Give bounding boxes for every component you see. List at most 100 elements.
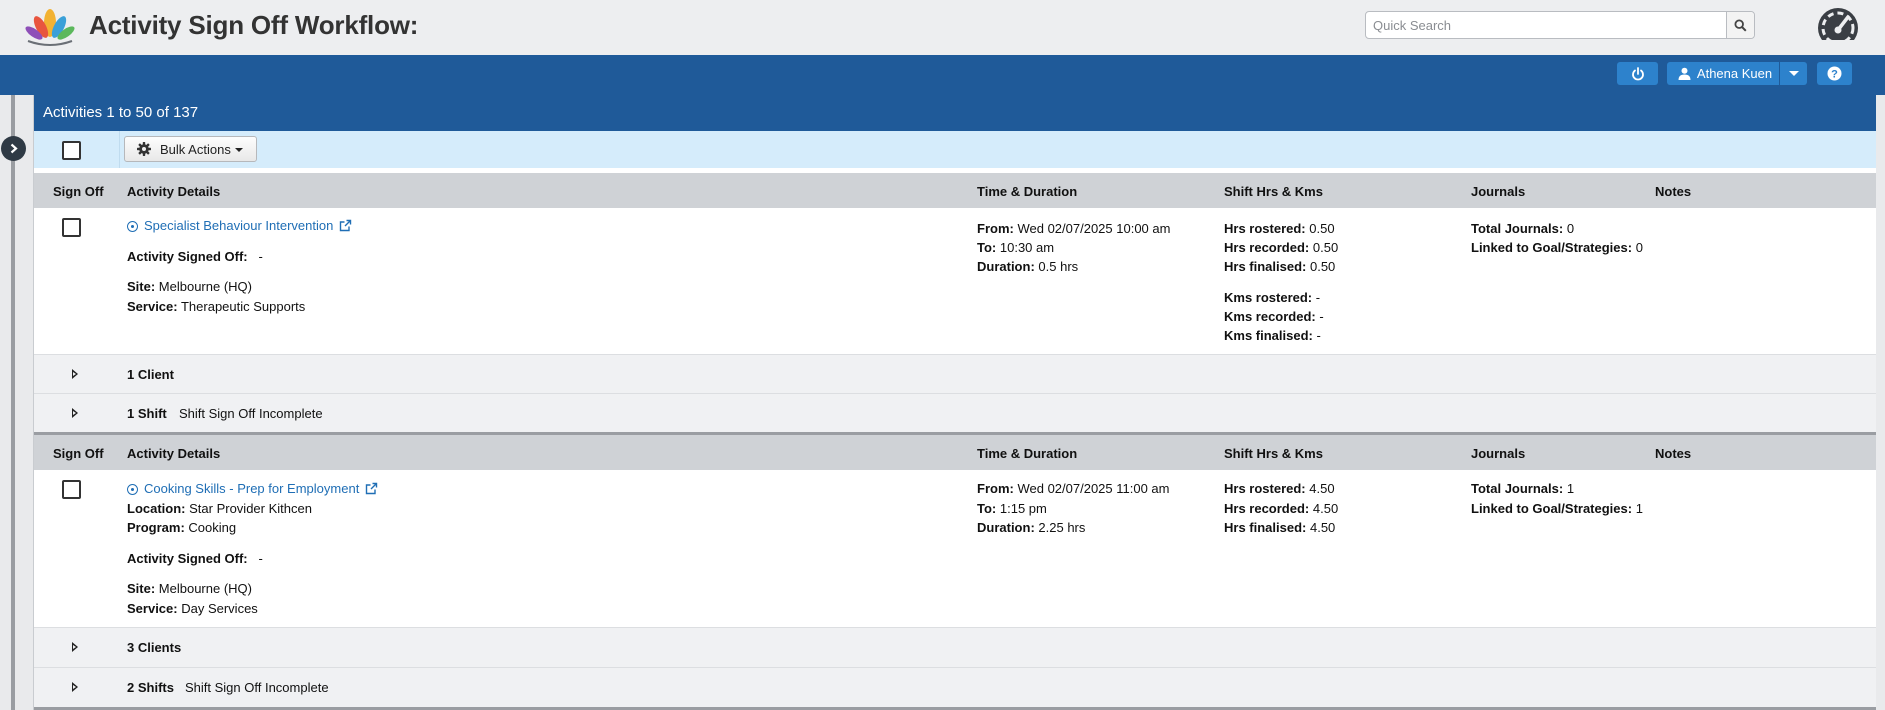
- hrs-rostered-label: Hrs rostered:: [1224, 481, 1306, 496]
- hrs-recorded-line: Hrs recorded: 0.50: [1224, 240, 1338, 255]
- shifts-count: 1 Shift: [127, 406, 167, 421]
- speedometer-icon[interactable]: [1814, 6, 1862, 48]
- sign-off-checkbox[interactable]: [62, 218, 81, 237]
- program-value: Cooking: [188, 520, 237, 535]
- external-link-icon[interactable]: [339, 219, 352, 232]
- program-label: Program:: [127, 520, 185, 535]
- site-line: Site: Melbourne (HQ): [127, 581, 252, 596]
- service-line: Service: Therapeutic Supports: [127, 299, 305, 314]
- clients-expander[interactable]: 3 Clients: [34, 627, 1876, 667]
- shift-status: Shift Sign Off Incomplete: [185, 680, 329, 695]
- sidebar-expand-button[interactable]: [1, 136, 26, 161]
- shifts-expander[interactable]: 1 Shift Shift Sign Off Incomplete: [34, 393, 1876, 432]
- kms-rostered-value: -: [1315, 290, 1321, 305]
- toolbar-divider: [119, 131, 120, 168]
- linked-goals-line: Linked to Goal/Strategies: 0: [1471, 240, 1643, 255]
- signed-off-value: -: [258, 551, 263, 566]
- hrs-finalised-label: Hrs finalised:: [1224, 259, 1307, 274]
- hrs-finalised-line: Hrs finalised: 0.50: [1224, 259, 1335, 274]
- activity-icon: [127, 484, 138, 495]
- site-value: Melbourne (HQ): [158, 581, 252, 596]
- service-label: Service:: [127, 601, 178, 616]
- hrs-finalised-label: Hrs finalised:: [1224, 520, 1307, 535]
- user-icon: [1678, 67, 1691, 80]
- bulk-actions-button[interactable]: Bulk Actions: [124, 136, 257, 162]
- location-line: Location: Star Provider Kithcen: [127, 501, 312, 516]
- total-journals-value: 1: [1566, 481, 1575, 496]
- search-button[interactable]: [1726, 12, 1754, 38]
- linked-goals-line: Linked to Goal/Strategies: 1: [1471, 501, 1643, 516]
- activity-name: Cooking Skills - Prep for Employment: [144, 481, 360, 496]
- external-link-icon[interactable]: [365, 482, 378, 495]
- svg-text:?: ?: [1831, 69, 1838, 81]
- sign-off-checkbox[interactable]: [62, 480, 81, 499]
- signed-off-line: Activity Signed Off: -: [127, 249, 263, 264]
- program-line: Program: Cooking: [127, 520, 236, 535]
- hrs-rostered-value: 0.50: [1309, 221, 1335, 236]
- activity-name: Specialist Behaviour Intervention: [144, 218, 334, 233]
- hrs-rostered-value: 4.50: [1309, 481, 1335, 496]
- shift-status: Shift Sign Off Incomplete: [179, 406, 323, 421]
- total-journals-line: Total Journals: 1: [1471, 481, 1574, 496]
- search-icon: [1734, 18, 1747, 32]
- clients-expander[interactable]: 1 Client: [34, 354, 1876, 393]
- col-sign-off: Sign Off: [53, 184, 104, 199]
- to-line: To: 1:15 pm: [977, 501, 1047, 516]
- col-notes: Notes: [1655, 184, 1692, 199]
- duration-value: 0.5 hrs: [1038, 259, 1079, 274]
- col-notes: Notes: [1655, 446, 1692, 461]
- col-time-duration: Time & Duration: [977, 184, 1078, 199]
- top-bar: Activity Sign Off Workflow:: [0, 0, 1885, 55]
- col-shift-hrs-kms: Shift Hrs & Kms: [1224, 184, 1323, 199]
- linked-goals-label: Linked to Goal/Strategies:: [1471, 501, 1633, 516]
- from-line: From: Wed 02/07/2025 11:00 am: [977, 481, 1170, 496]
- activity-name-link[interactable]: Specialist Behaviour Intervention: [127, 218, 352, 233]
- panel-title: Activities 1 to 50 of 137: [34, 95, 1876, 131]
- linked-goals-value: 1: [1635, 501, 1643, 516]
- clients-count: 3 Clients: [127, 640, 182, 655]
- col-sign-off: Sign Off: [53, 446, 104, 461]
- location-label: Location:: [127, 501, 186, 516]
- search-input[interactable]: [1366, 12, 1716, 38]
- lotus-logo-icon: [25, 9, 75, 46]
- user-dropdown-toggle[interactable]: [1779, 62, 1807, 85]
- help-button[interactable]: ?: [1817, 62, 1852, 85]
- signed-off-value: -: [258, 249, 263, 264]
- total-journals-label: Total Journals:: [1471, 221, 1564, 236]
- hrs-rostered-line: Hrs rostered: 0.50: [1224, 221, 1335, 236]
- caret-right-icon: [72, 682, 78, 692]
- total-journals-value: 0: [1566, 221, 1575, 236]
- hrs-finalised-line: Hrs finalised: 4.50: [1224, 520, 1335, 535]
- sidebar-strip: [11, 95, 15, 710]
- signed-off-label: Activity Signed Off:: [127, 249, 248, 264]
- col-activity-details: Activity Details: [127, 184, 221, 199]
- service-value: Therapeutic Supports: [180, 299, 306, 314]
- quick-search: [1365, 11, 1755, 39]
- to-label: To:: [977, 501, 997, 516]
- logout-button[interactable]: [1617, 62, 1658, 85]
- hrs-rostered-label: Hrs rostered:: [1224, 221, 1306, 236]
- total-journals-label: Total Journals:: [1471, 481, 1564, 496]
- hrs-rostered-line: Hrs rostered: 4.50: [1224, 481, 1335, 496]
- hrs-recorded-value: 0.50: [1312, 240, 1339, 255]
- col-shift-hrs-kms: Shift Hrs & Kms: [1224, 446, 1323, 461]
- caret-right-icon: [72, 642, 78, 652]
- activity-name-link[interactable]: Cooking Skills - Prep for Employment: [127, 481, 378, 496]
- gear-icon: [137, 142, 151, 156]
- hrs-finalised-value: 4.50: [1309, 520, 1336, 535]
- from-label: From:: [977, 221, 1014, 236]
- page-title: Activity Sign Off Workflow:: [89, 10, 419, 40]
- hrs-recorded-value: 4.50: [1312, 501, 1339, 516]
- to-value: 1:15 pm: [999, 501, 1047, 516]
- shifts-expander[interactable]: 2 Shifts Shift Sign Off Incomplete: [34, 667, 1876, 707]
- from-value: Wed 02/07/2025 10:00 am: [1017, 221, 1171, 236]
- caret-right-icon: [72, 369, 78, 379]
- col-journals: Journals: [1471, 184, 1526, 199]
- user-menu-button[interactable]: Athena Kuen: [1667, 62, 1779, 85]
- kms-rostered-line: Kms rostered: -: [1224, 290, 1320, 305]
- from-label: From:: [977, 481, 1014, 496]
- total-journals-line: Total Journals: 0: [1471, 221, 1574, 236]
- duration-label: Duration:: [977, 520, 1035, 535]
- to-label: To:: [977, 240, 997, 255]
- select-all-checkbox[interactable]: [62, 141, 81, 160]
